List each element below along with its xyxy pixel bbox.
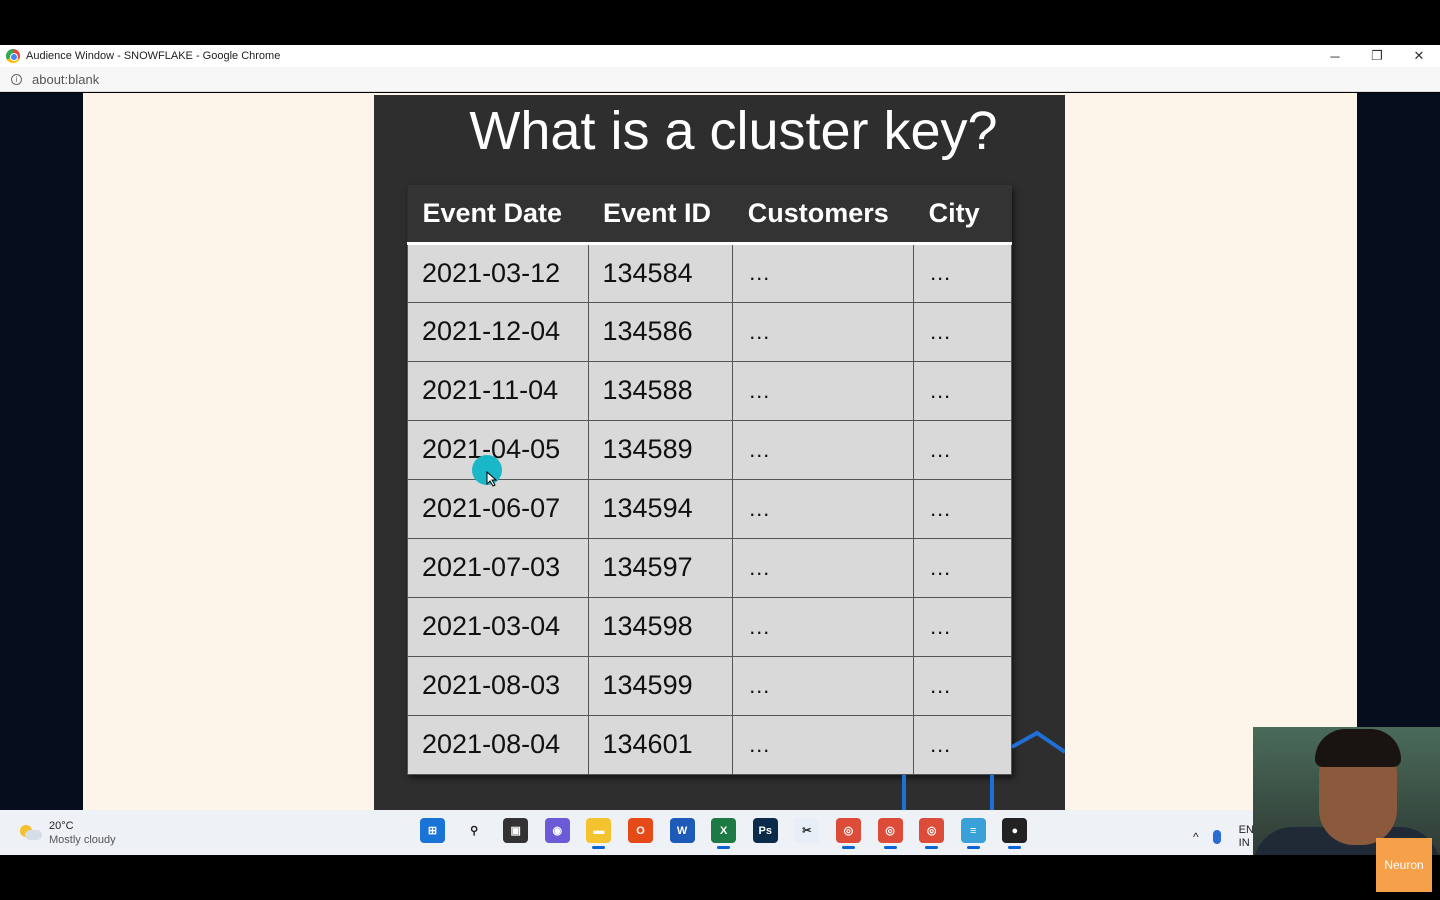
presenter-webcam bbox=[1253, 727, 1440, 855]
browser-title-bar[interactable]: Audience Window - SNOWFLAKE - Google Chr… bbox=[0, 45, 1440, 67]
cell-event-date: 2021-11-04 bbox=[407, 360, 589, 421]
cell-customers: … bbox=[732, 301, 915, 362]
weather-description: Mostly cloudy bbox=[49, 834, 116, 846]
cell-event-date: 2021-12-04 bbox=[407, 301, 589, 362]
decorative-lines bbox=[902, 730, 1065, 810]
cell-customers: … bbox=[732, 714, 915, 775]
obs-icon[interactable]: ● bbox=[1002, 818, 1028, 849]
neuron-logo-badge: Neuron bbox=[1376, 838, 1432, 892]
taskbar: 20°C Mostly cloudy ⊞ ⚲ ▣ ◉ ▬ O W X Ps ✂ ◎ ◎ ◎ ≡ ● ^ EN… bbox=[0, 810, 1440, 855]
search-icon[interactable]: ⚲ bbox=[461, 818, 487, 843]
cell-city: … bbox=[913, 655, 1012, 716]
slide-title: What is a cluster key? bbox=[469, 101, 998, 161]
photoshop-icon[interactable]: Ps bbox=[752, 818, 778, 843]
column-header-event-id: Event ID bbox=[588, 185, 733, 245]
show-hidden-icons-chevron-icon[interactable]: ^ bbox=[1193, 830, 1199, 844]
cell-event-date: 2021-07-03 bbox=[407, 537, 589, 598]
window-title: Audience Window - SNOWFLAKE - Google Chr… bbox=[26, 50, 281, 62]
chrome-profile-2-icon[interactable]: ◎ bbox=[877, 818, 903, 849]
cell-city: … bbox=[913, 478, 1012, 539]
cell-event-id: 134589 bbox=[587, 419, 734, 480]
cell-city: … bbox=[913, 242, 1012, 303]
cell-customers: … bbox=[732, 419, 915, 480]
weather-widget[interactable]: 20°C Mostly cloudy bbox=[20, 819, 116, 847]
cell-event-id: 134588 bbox=[587, 360, 734, 421]
close-button[interactable]: ✕ bbox=[1398, 45, 1440, 67]
table-header-row: Event Date Event ID Customers City bbox=[407, 185, 1012, 245]
chrome-profile-3-icon[interactable]: ◎ bbox=[919, 818, 945, 849]
weather-temperature: 20°C bbox=[49, 820, 74, 832]
word-icon[interactable]: W bbox=[669, 818, 695, 843]
table-row: 2021-12-04 134586…… bbox=[407, 301, 1012, 362]
table-row: 2021-03-12 134584…… bbox=[407, 242, 1012, 303]
notepad-icon[interactable]: ≡ bbox=[960, 818, 986, 849]
cell-city: … bbox=[913, 360, 1012, 421]
minimize-button[interactable]: ─ bbox=[1314, 45, 1356, 67]
snipping-tool-icon[interactable]: ✂ bbox=[794, 818, 820, 843]
cell-event-date: 2021-03-12 bbox=[407, 242, 589, 303]
partly-cloudy-icon bbox=[20, 825, 42, 841]
excel-icon[interactable]: X bbox=[711, 818, 737, 849]
table-row: 2021-03-04 134598…… bbox=[407, 596, 1012, 657]
maximize-button[interactable]: ❐ bbox=[1356, 45, 1398, 67]
table-body: 2021-03-12 134584…… 2021-12-04 134586…… 2021… bbox=[407, 242, 1012, 775]
info-icon[interactable]: i bbox=[11, 73, 22, 85]
cell-customers: … bbox=[732, 360, 915, 421]
cell-event-date: 2021-06-07 bbox=[407, 478, 589, 539]
cell-event-id: 134601 bbox=[587, 714, 734, 775]
slide: What is a cluster key? Event Date Event … bbox=[374, 95, 1065, 810]
chat-icon[interactable]: ◉ bbox=[544, 818, 570, 843]
cell-event-date: 2021-08-03 bbox=[407, 655, 589, 716]
page-content: What is a cluster key? Event Date Event … bbox=[0, 93, 1440, 810]
chrome-icon[interactable]: ◎ bbox=[835, 818, 861, 849]
cell-city: … bbox=[913, 596, 1012, 657]
cell-event-id: 134599 bbox=[587, 655, 734, 716]
window-controls: ─ ❐ ✕ bbox=[1314, 45, 1440, 67]
cell-city: … bbox=[913, 301, 1012, 362]
cell-event-id: 134597 bbox=[587, 537, 734, 598]
url-text[interactable]: about:blank bbox=[32, 72, 99, 87]
cell-customers: … bbox=[732, 537, 915, 598]
taskbar-apps: ⊞ ⚲ ▣ ◉ ▬ O W X Ps ✂ ◎ ◎ ◎ ≡ ● bbox=[420, 818, 1044, 849]
task-view-icon[interactable]: ▣ bbox=[503, 818, 529, 843]
table-row: 2021-08-03 134599…… bbox=[407, 655, 1012, 716]
cell-city: … bbox=[913, 537, 1012, 598]
cell-event-date: 2021-08-04 bbox=[407, 714, 589, 775]
cell-event-id: 134594 bbox=[587, 478, 734, 539]
mouse-cursor-icon bbox=[486, 471, 498, 487]
table-row: 2021-11-04 134588…… bbox=[407, 360, 1012, 421]
cell-customers: … bbox=[732, 478, 915, 539]
screen-bottom-border bbox=[0, 855, 1440, 900]
cell-event-date: 2021-03-04 bbox=[407, 596, 589, 657]
start-icon[interactable]: ⊞ bbox=[420, 818, 445, 843]
cell-city: … bbox=[913, 419, 1012, 480]
column-header-customers: Customers bbox=[732, 185, 914, 245]
cell-customers: … bbox=[732, 596, 915, 657]
table-row: 2021-07-03 134597…… bbox=[407, 537, 1012, 598]
column-header-event-date: Event Date bbox=[407, 185, 588, 245]
cell-customers: … bbox=[732, 242, 915, 303]
cell-event-id: 134586 bbox=[587, 301, 734, 362]
office-icon[interactable]: O bbox=[627, 818, 653, 843]
screen-top-border bbox=[0, 0, 1440, 45]
microphone-icon[interactable] bbox=[1212, 830, 1221, 844]
file-explorer-icon[interactable]: ▬ bbox=[586, 818, 612, 849]
presenter-hair bbox=[1315, 729, 1401, 767]
weather-text: 20°C Mostly cloudy bbox=[49, 819, 116, 847]
address-bar[interactable]: i about:blank bbox=[0, 67, 1440, 92]
chrome-icon bbox=[6, 49, 20, 63]
column-header-city: City bbox=[913, 185, 1012, 245]
cell-event-id: 134598 bbox=[587, 596, 734, 657]
table-row: 2021-06-07 134594…… bbox=[407, 478, 1012, 539]
cell-event-id: 134584 bbox=[587, 242, 734, 303]
cell-customers: … bbox=[732, 655, 915, 716]
